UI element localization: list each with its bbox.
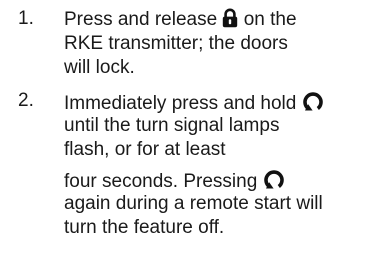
step-line-text: four seconds. Pressing bbox=[64, 171, 263, 192]
remote-start-icon bbox=[263, 168, 285, 190]
step-line-text: Immediately press and hold bbox=[64, 93, 302, 114]
step-line: Press and release on the bbox=[64, 8, 297, 32]
step-line: again during a remote start will bbox=[64, 193, 323, 214]
instruction-page: { "steps": [ { "number": "1.", "lines": … bbox=[0, 0, 384, 269]
step-number: 2. bbox=[18, 90, 34, 111]
step-line-text: Press and release bbox=[64, 9, 223, 30]
step-line: will lock. bbox=[64, 57, 135, 78]
step-line-text: on the bbox=[238, 9, 297, 30]
step-number: 1. bbox=[18, 8, 34, 29]
step-line: Immediately press and hold bbox=[64, 90, 324, 116]
step-line: flash, or for at least bbox=[64, 139, 226, 160]
remote-start-icon bbox=[302, 90, 324, 112]
step-line: until the turn signal lamps bbox=[64, 115, 280, 136]
step-line: turn the feature off. bbox=[64, 217, 225, 238]
step-line: four seconds. Pressing bbox=[64, 168, 285, 194]
lock-icon bbox=[222, 8, 238, 28]
step-line: RKE transmitter; the doors bbox=[64, 33, 288, 54]
